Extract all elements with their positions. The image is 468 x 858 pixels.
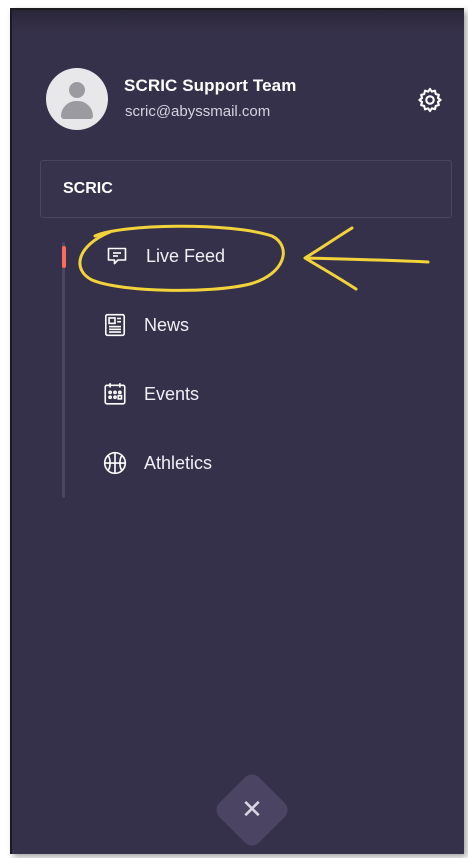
user-avatar-icon[interactable] [46,68,108,130]
nav-item-live-feed[interactable]: Live Feed [102,238,225,274]
nav-item-label: Live Feed [146,245,226,266]
nav-item-athletics[interactable]: Athletics [100,445,212,481]
nav-item-label: Athletics [144,452,213,473]
user-name: SCRIC Support Team [124,76,297,95]
chat-icon [102,241,132,271]
gear-icon[interactable] [416,86,444,114]
section-title: SCRIC [63,180,113,197]
user-email: scric@abyssmail.com [125,103,271,120]
close-button[interactable]: ✕ [212,770,292,850]
calendar-icon [100,379,130,409]
section-header[interactable]: SCRIC [40,160,452,218]
newspaper-icon [100,310,130,340]
nav-item-news[interactable]: News [100,307,189,343]
nav-track [62,242,65,498]
navigation-drawer: SCRIC Support Team scric@abyssmail.com S… [10,8,464,854]
nav-item-label: News [144,314,190,335]
active-indicator [62,246,66,268]
basketball-icon [100,448,130,478]
nav-item-events[interactable]: Events [100,376,199,412]
close-icon: ✕ [241,795,263,825]
nav-item-label: Events [144,383,200,404]
